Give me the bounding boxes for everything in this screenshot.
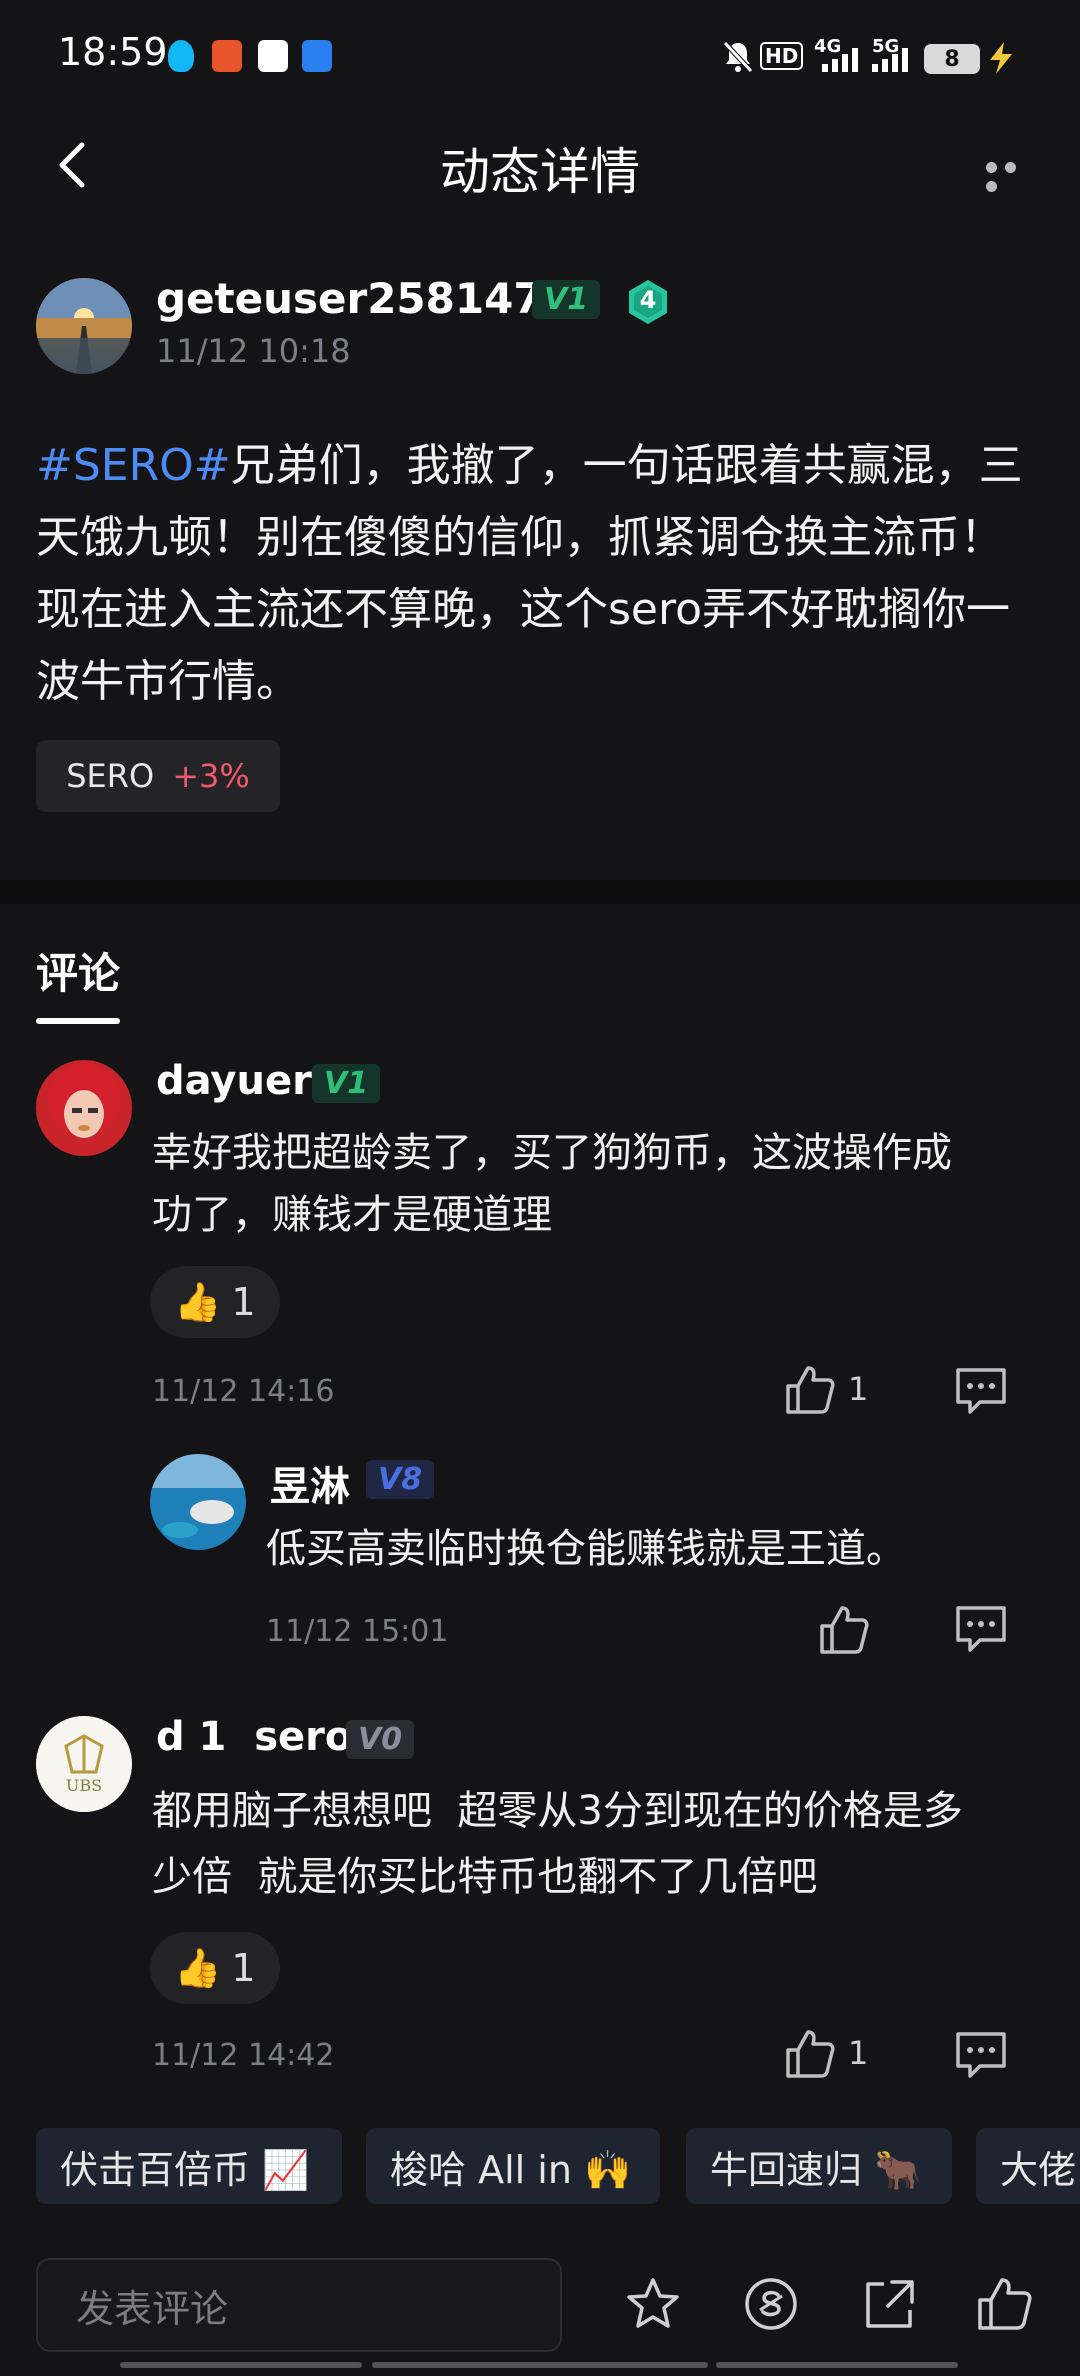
dot-icon [986,162,997,173]
reaction-chip[interactable]: 👍 1 [150,1266,280,1338]
signal-icon-1 [822,48,862,72]
more-options-button[interactable] [986,158,1042,192]
coin-symbol: SERO [66,757,155,795]
like-button[interactable] [784,1364,836,1416]
quick-reply-chip[interactable]: 伏击百倍币 📈 [36,2128,342,2204]
level-number: 4 [639,286,657,314]
level-badge: 4 [626,278,670,326]
like-count: 1 [848,1370,869,1408]
post-content: #SERO#兄弟们，我撤了，一句话跟着共赢混，三天饿九顿！别在傻傻的信仰，抓紧调… [36,430,1046,718]
coin-tip-icon[interactable] [742,2276,800,2332]
reaction-count: 1 [231,1946,256,1990]
dot-icon [986,181,997,192]
reply-button[interactable] [954,1604,1008,1654]
favorite-star-icon[interactable] [624,2276,682,2332]
reply-time: 11/12 15:01 [266,1614,449,1649]
thumbs-up-emoji-icon: 👍 [174,1279,222,1324]
status-bar: 18:59 HD 4G 5G 8 [0,0,1080,115]
reaction-count: 1 [231,1280,256,1324]
coin-chip[interactable]: SERO +3% [36,740,280,812]
section-divider [0,880,1080,904]
quick-reply-chip[interactable]: 牛回速归 🐂 [686,2128,952,2204]
author-username[interactable]: geteuser2581473 [156,274,572,323]
charging-icon [988,42,1014,74]
comment-text-line1: 幸好我把超龄卖了，买了狗狗币，这波操作成 [152,1130,952,1176]
comments-tab[interactable]: 评论 [36,940,120,1001]
thumbs-up-emoji-icon: 👍 [174,1945,222,1990]
reply-avatar[interactable] [150,1454,246,1550]
comment-avatar[interactable]: UBS [36,1716,132,1812]
status-time: 18:59 [58,30,168,74]
author-avatar[interactable] [36,278,132,374]
comment-time: 11/12 14:42 [152,2038,335,2073]
reply-text: 低买高卖临时换仓能赚钱就是王道。 [266,1526,906,1572]
reply-username[interactable]: 昱淋 [270,1454,350,1512]
qq-icon [168,40,194,72]
vip-badge: V0 [346,1720,415,1759]
nav-gesture-bar [120,2362,362,2368]
like-count: 1 [848,2034,869,2072]
tab-underline [36,1018,120,1024]
comment-username[interactable]: dayuer [156,1058,312,1104]
quick-reply-chip[interactable]: 大佬 [976,2128,1080,2204]
post-time: 11/12 10:18 [156,332,351,370]
nav-gesture-bar [716,2362,958,2368]
coin-change: +3% [172,757,250,795]
comment-text-line2: 功了，赚钱才是硬道理 [152,1192,552,1238]
browser-icon [258,40,288,72]
mute-bell-icon [722,40,754,74]
vip-badge: V8 [366,1460,435,1499]
quick-reply-chip[interactable]: 梭哈 All in 🙌 [366,2128,660,2204]
hd-indicator: HD [760,42,804,70]
comment-username[interactable]: d 1 sero [156,1714,352,1760]
signal-icon-2 [872,48,912,72]
like-post-icon[interactable] [976,2276,1034,2332]
vip-badge: V1 [532,280,601,319]
dot-icon [1005,162,1016,173]
reply-button[interactable] [954,1366,1008,1416]
comment-time: 11/12 14:16 [152,1374,335,1409]
page-title: 动态详情 [440,143,640,201]
share-icon[interactable] [860,2276,918,2332]
app-notification-icon [212,40,242,72]
avatar-logo-text: UBS [65,1776,103,1795]
battery-indicator: 8 [924,44,980,74]
vip-badge: V1 [312,1064,381,1103]
nav-gesture-bar [372,2362,708,2368]
comment-input[interactable]: 发表评论 [36,2258,562,2352]
hashtag-link[interactable]: #SERO# [36,440,231,491]
like-button[interactable] [784,2028,836,2080]
reply-button[interactable] [954,2030,1008,2080]
reaction-chip[interactable]: 👍 1 [150,1932,280,2004]
like-button[interactable] [818,1604,870,1656]
comment-text-line1: 都用脑子想想吧 超零从3分到现在的价格是多 [152,1788,963,1834]
message-app-icon [302,40,332,72]
comment-avatar[interactable] [36,1060,132,1156]
comment-text-line2: 少倍 就是你买比特币也翻不了几倍吧 [152,1854,818,1900]
